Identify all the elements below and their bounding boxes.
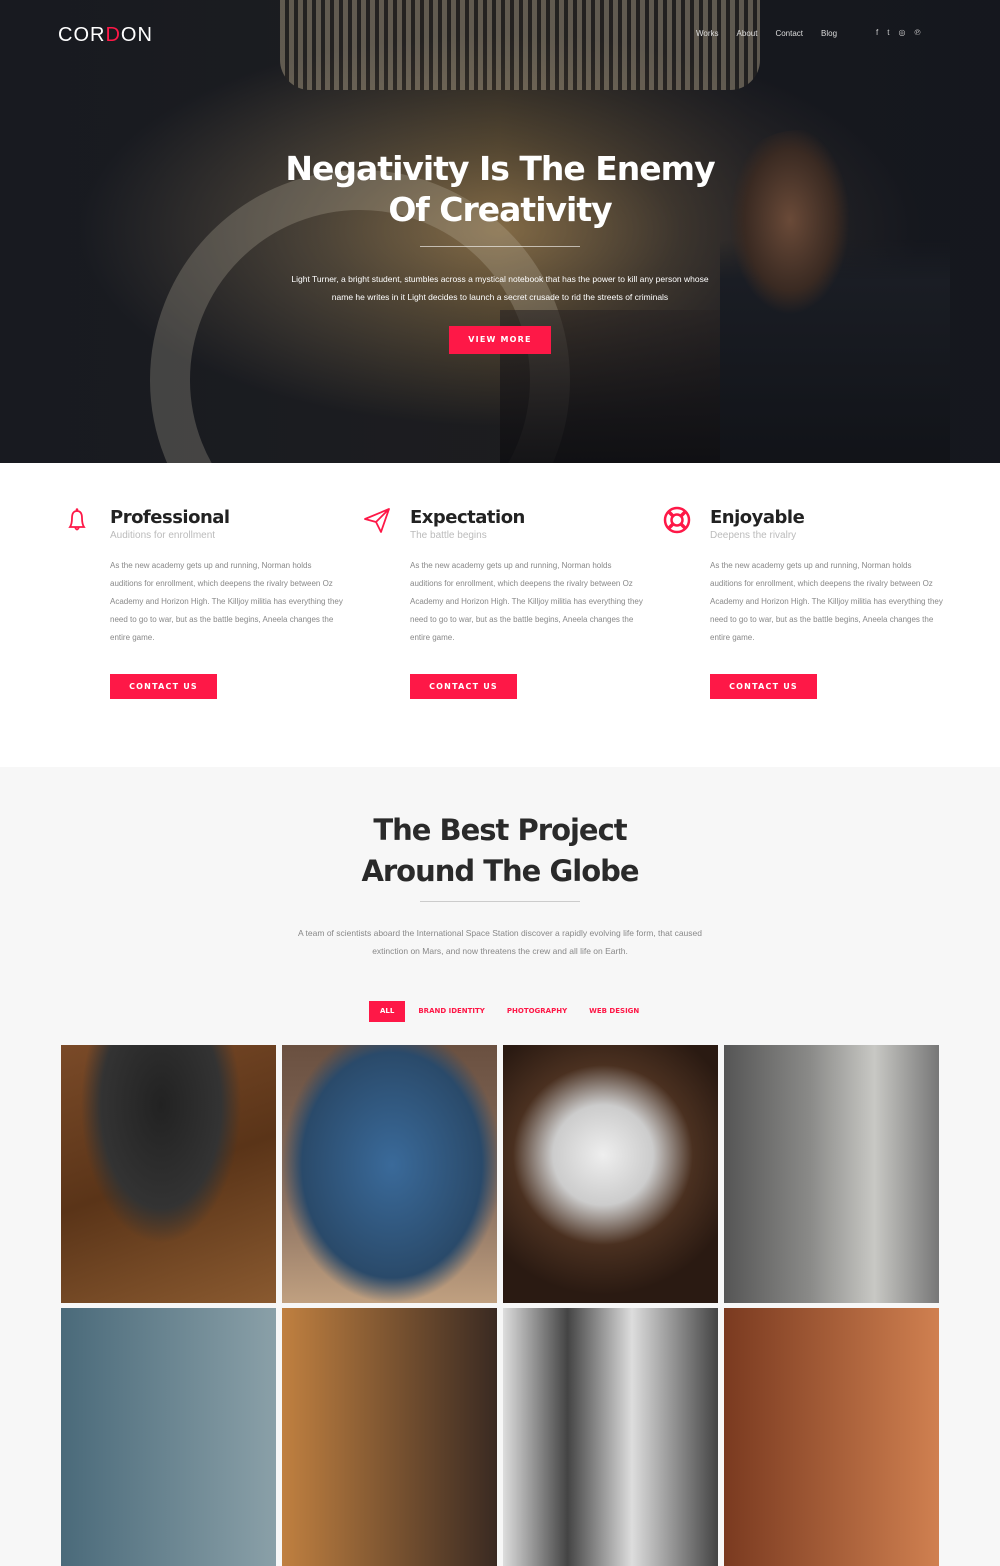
feature-title: Enjoyable (710, 507, 805, 528)
projects-title: The Best Project Around The Globe (0, 810, 1000, 892)
instagram-icon[interactable]: ◎ (898, 28, 905, 37)
feature-title: Professional (110, 507, 230, 528)
project-tile[interactable] (61, 1308, 276, 1566)
projects-title-line1: The Best Project (373, 813, 627, 847)
divider (420, 901, 580, 902)
nav-contact[interactable]: Contact (775, 29, 803, 38)
hero-title: Negativity Is The Enemy Of Creativity (0, 148, 1000, 230)
lifebuoy-icon (663, 506, 691, 534)
facebook-icon[interactable]: f (876, 28, 878, 37)
social-links: f t ◎ ℗ (876, 28, 920, 37)
contact-us-button[interactable]: CONTACT US (710, 674, 817, 699)
twitter-icon[interactable]: t (887, 28, 889, 37)
project-filters: ALL BRAND IDENTITY PHOTOGRAPHY WEB DESIG… (369, 1001, 650, 1022)
feature-body: As the new academy gets up and running, … (410, 561, 643, 642)
hero-title-line2: Of Creativity (388, 190, 612, 229)
contact-us-button[interactable]: CONTACT US (410, 674, 517, 699)
view-more-button[interactable]: VIEW MORE (449, 326, 551, 354)
nav-blog[interactable]: Blog (821, 29, 837, 38)
nav-works[interactable]: Works (696, 29, 719, 38)
hero-background-image (280, 0, 760, 90)
feature-title: Expectation (410, 507, 525, 528)
bell-icon (68, 508, 86, 531)
project-tile[interactable] (282, 1308, 497, 1566)
feature-subtitle: The battle begins (410, 530, 487, 541)
project-models[interactable] (724, 1045, 939, 1303)
project-typewriter[interactable] (61, 1045, 276, 1303)
pinterest-icon[interactable]: ℗ (914, 28, 920, 37)
filter-all[interactable]: ALL (369, 1001, 406, 1022)
feature-subtitle: Deepens the rivalry (710, 530, 797, 541)
project-tile[interactable] (724, 1308, 939, 1566)
feature-body: As the new academy gets up and running, … (710, 561, 943, 642)
project-car[interactable] (282, 1045, 497, 1303)
contact-us-button[interactable]: CONTACT US (110, 674, 217, 699)
filter-brand-identity[interactable]: BRAND IDENTITY (407, 1001, 496, 1022)
project-tile[interactable] (503, 1308, 718, 1566)
feature-subtitle: Auditions for enrollment (110, 530, 216, 541)
main-nav: Works About Contact Blog (696, 29, 837, 38)
nav-about[interactable]: About (737, 29, 758, 38)
hero-title-line1: Negativity Is The Enemy (285, 149, 715, 188)
features-section: Professional Auditions for enrollment As… (0, 463, 1000, 767)
filter-web-design[interactable]: WEB DESIGN (578, 1001, 650, 1022)
projects-text: A team of scientists aboard the Internat… (298, 928, 702, 956)
divider (420, 246, 580, 247)
project-clock[interactable] (503, 1045, 718, 1303)
feature-body: As the new academy gets up and running, … (110, 561, 343, 642)
logo[interactable]: CORDON (58, 24, 153, 47)
paper-plane-icon (364, 508, 390, 533)
hero-section: CORDON Works About Contact Blog f t ◎ ℗ … (0, 0, 1000, 463)
hero-text: Light Turner, a bright student, stumbles… (291, 274, 709, 302)
filter-photography[interactable]: PHOTOGRAPHY (496, 1001, 578, 1022)
projects-title-line2: Around The Globe (361, 854, 639, 888)
